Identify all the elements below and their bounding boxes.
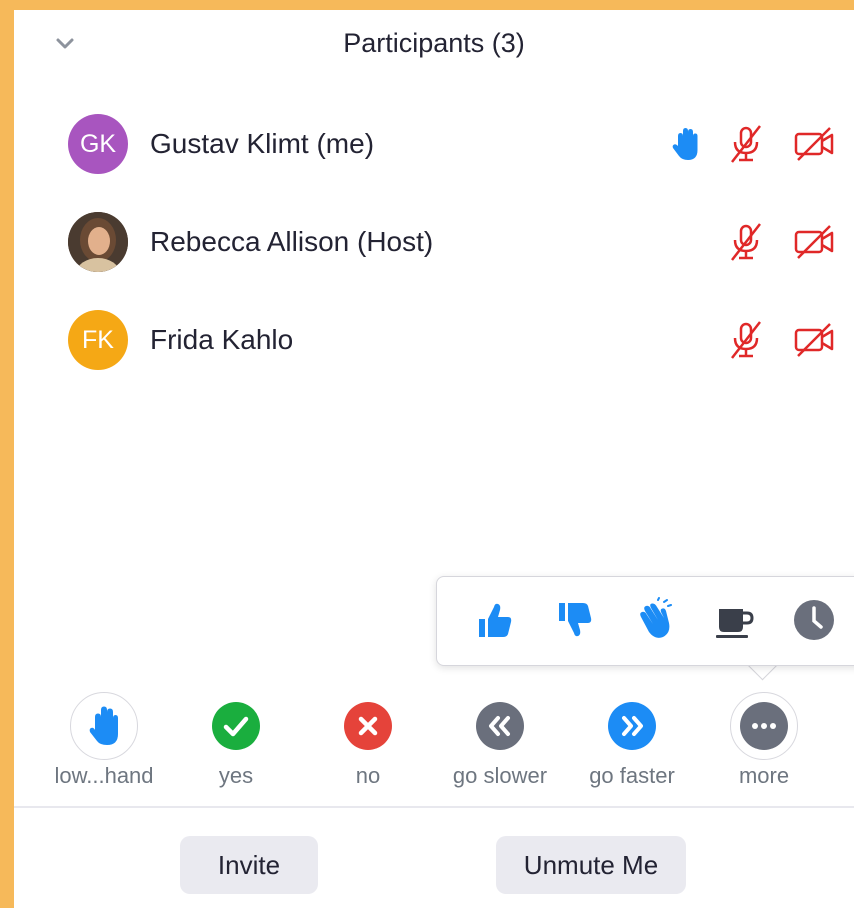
muted-mic-icon[interactable] (724, 318, 768, 362)
muted-mic-icon[interactable] (724, 122, 768, 166)
fast-forward-icon (608, 702, 656, 750)
video-off-icon[interactable] (792, 220, 836, 264)
unmute-me-button[interactable]: Unmute Me (496, 836, 686, 894)
more-button[interactable]: more (694, 688, 834, 788)
reaction-label: no (355, 763, 381, 788)
reaction-label: low...hand (54, 763, 154, 788)
rewind-icon (476, 702, 524, 750)
participant-name: Frida Kahlo (150, 324, 294, 355)
go-slower-button[interactable]: go slower (430, 688, 570, 788)
thumbs-down-icon[interactable] (551, 597, 597, 643)
clock-icon[interactable] (791, 597, 837, 643)
reaction-label: go faster (589, 763, 675, 788)
avatar-initials: GK (79, 129, 117, 158)
avatar: FK (68, 310, 128, 370)
muted-mic-icon[interactable] (724, 220, 768, 264)
footer-divider (14, 806, 854, 808)
panel-header: Participants (3) (14, 10, 854, 84)
go-faster-button[interactable]: go faster (562, 688, 702, 788)
raised-hand-icon (672, 128, 698, 160)
participant-row[interactable]: FK Frida Kahlo (14, 300, 854, 380)
no-button[interactable]: no (298, 688, 438, 788)
video-off-icon[interactable] (792, 318, 836, 362)
x-icon (344, 702, 392, 750)
thumbs-up-icon[interactable] (471, 597, 517, 643)
check-icon (212, 702, 260, 750)
reaction-label: more (738, 763, 790, 788)
coffee-icon[interactable] (711, 597, 757, 643)
invite-button[interactable]: Invite (180, 836, 318, 894)
participant-row[interactable]: GK Gustav Klimt (me) (14, 104, 854, 184)
participant-row[interactable]: Rebecca Allison (Host) (14, 202, 854, 282)
video-off-icon[interactable] (792, 122, 836, 166)
more-icon (730, 692, 798, 760)
avatar-photo (68, 212, 128, 272)
reaction-label: yes (218, 763, 254, 788)
raised-hand-icon (70, 692, 138, 760)
more-reactions-popup (436, 576, 854, 666)
panel-title: Participants (3) (343, 28, 525, 58)
lower-hand-button[interactable]: low...hand (34, 688, 174, 788)
participant-name: Gustav Klimt (me) (150, 128, 375, 159)
reaction-label: go slower (452, 763, 548, 788)
avatar (68, 212, 128, 272)
yes-button[interactable]: yes (166, 688, 306, 788)
clap-icon[interactable] (631, 597, 677, 643)
avatar: GK (68, 114, 128, 174)
participants-panel: Participants (3) GK Gustav Klimt (me) Re… (14, 10, 854, 908)
avatar-initials: FK (82, 325, 114, 354)
participant-name: Rebecca Allison (Host) (150, 226, 434, 257)
